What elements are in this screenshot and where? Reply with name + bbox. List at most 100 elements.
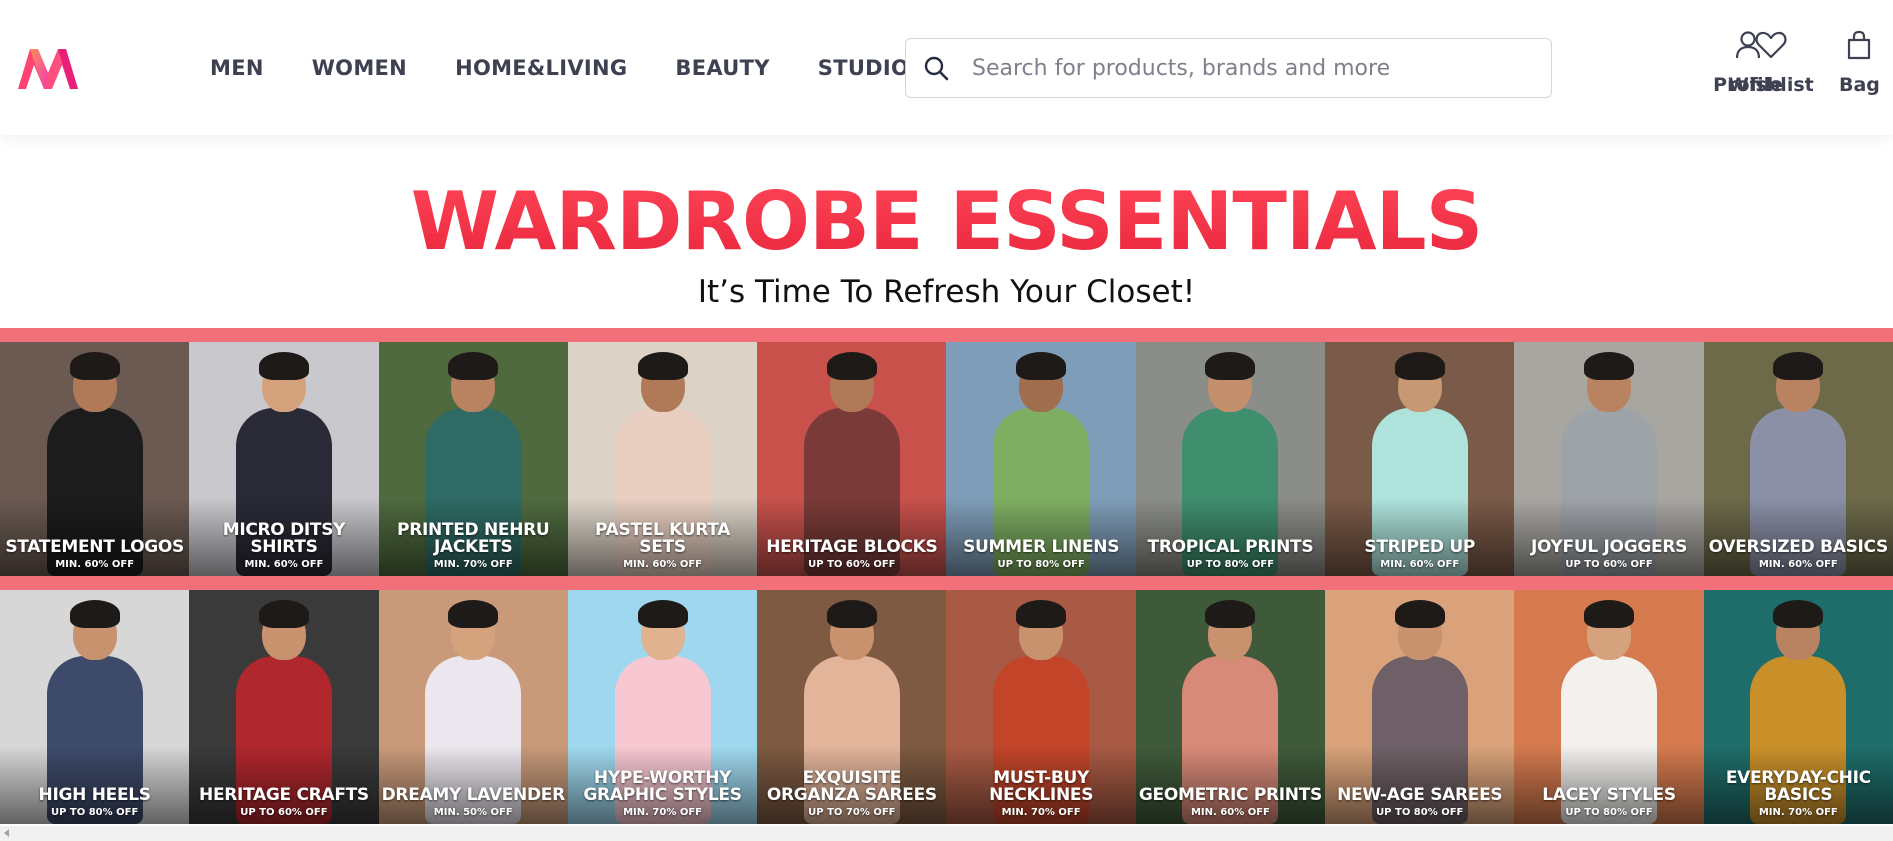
tile-offer: UP TO 60% OFF bbox=[240, 807, 328, 818]
men-category-tile[interactable]: MICRO DITSY SHIRTS MIN. 60% OFF bbox=[189, 342, 379, 576]
women-category-tile[interactable]: NEW-AGE SAREES UP TO 80% OFF bbox=[1325, 590, 1515, 824]
model-hair bbox=[1205, 352, 1256, 380]
tile-title: PASTEL KURTA SETS bbox=[594, 520, 731, 557]
tile-title: HERITAGE CRAFTS bbox=[199, 785, 369, 805]
tile-title: NEW-AGE SAREES bbox=[1337, 785, 1503, 805]
tile-offer: MIN. 60% OFF bbox=[244, 559, 324, 570]
tile-offer: MIN. 60% OFF bbox=[55, 559, 135, 570]
women-category-tile[interactable]: HERITAGE CRAFTS UP TO 60% OFF bbox=[189, 590, 379, 824]
heart-icon bbox=[1755, 28, 1787, 62]
tile-title: HIGH HEELS bbox=[38, 785, 151, 805]
tile-offer: MIN. 60% OFF bbox=[623, 559, 702, 570]
model-hair bbox=[448, 352, 499, 380]
nav-women[interactable]: WOMEN bbox=[312, 50, 407, 86]
men-category-tile[interactable]: STRIPED UP MIN. 60% OFF bbox=[1325, 342, 1515, 576]
nav-beauty[interactable]: BEAUTY bbox=[675, 50, 769, 86]
banner-title: WARDROBE ESSENTIALS bbox=[0, 172, 1893, 272]
tile-offer: UP TO 60% OFF bbox=[1565, 559, 1653, 570]
men-category-tile[interactable]: PASTEL KURTA SETS MIN. 60% OFF bbox=[567, 342, 758, 576]
bag-label: Bag bbox=[1839, 74, 1880, 96]
model-hair bbox=[1205, 600, 1256, 628]
model-hair bbox=[1394, 600, 1445, 628]
tile-title: EVERYDAY-CHIC BASICS bbox=[1725, 768, 1871, 805]
women-category-tile[interactable]: HIGH HEELS UP TO 80% OFF bbox=[0, 590, 190, 824]
scroll-left-icon[interactable] bbox=[4, 829, 9, 837]
tile-title: HYPE-WORTHY GRAPHIC STYLES bbox=[583, 768, 742, 805]
bag-button[interactable]: Bag bbox=[1839, 28, 1880, 96]
men-category-tile[interactable]: PRINTED NEHRU JACKETS MIN. 70% OFF bbox=[378, 342, 568, 576]
tile-offer: UP TO 60% OFF bbox=[808, 559, 896, 570]
wishlist-label: Wishlist bbox=[1728, 74, 1814, 96]
tile-offer: MIN. 70% OFF bbox=[623, 807, 702, 818]
men-category-tile[interactable]: OVERSIZED BASICS MIN. 60% OFF bbox=[1703, 342, 1893, 576]
tile-offer: MIN. 70% OFF bbox=[1001, 807, 1081, 818]
women-category-tile[interactable]: GEOMETRIC PRINTS MIN. 60% OFF bbox=[1135, 590, 1326, 824]
women-category-tile[interactable]: EVERYDAY-CHIC BASICS MIN. 70% OFF bbox=[1703, 590, 1893, 824]
men-category-tile[interactable]: TROPICAL PRINTS UP TO 80% OFF bbox=[1135, 342, 1326, 576]
tile-offer: MIN. 60% OFF bbox=[1190, 807, 1270, 818]
tile-offer: UP TO 80% OFF bbox=[1376, 807, 1464, 818]
search-input[interactable] bbox=[966, 39, 1551, 97]
nav-home-living[interactable]: HOME&LIVING bbox=[455, 50, 627, 86]
tile-title: TROPICAL PRINTS bbox=[1147, 537, 1314, 557]
model-hair bbox=[69, 352, 120, 380]
search-icon[interactable] bbox=[906, 39, 966, 97]
model-hair bbox=[448, 600, 499, 628]
model-hair bbox=[1773, 352, 1824, 380]
model-hair bbox=[1773, 600, 1824, 628]
women-category-tile[interactable]: DREAMY LAVENDER MIN. 50% OFF bbox=[378, 590, 568, 824]
nav-men[interactable]: MEN bbox=[210, 50, 264, 86]
women-category-tile[interactable]: MUST-BUY NECKLINES MIN. 70% OFF bbox=[946, 590, 1136, 824]
main-nav: MEN WOMEN HOME&LIVING BEAUTY STUDIO bbox=[210, 50, 957, 86]
women-category-tile[interactable]: LACEY STYLES UP TO 80% OFF bbox=[1514, 590, 1704, 824]
tile-title: MICRO DITSY SHIRTS bbox=[222, 520, 346, 557]
tile-offer: MIN. 60% OFF bbox=[1758, 559, 1838, 570]
tile-title: LACEY STYLES bbox=[1542, 785, 1676, 805]
model-hair bbox=[258, 600, 309, 628]
women-category-tile[interactable]: EXQUISITE ORGANZA SAREES UP TO 70% OFF bbox=[757, 590, 947, 824]
model-hair bbox=[69, 600, 120, 628]
nav-studio[interactable]: STUDIO bbox=[818, 50, 909, 86]
men-category-tile[interactable]: STATEMENT LOGOS MIN. 60% OFF bbox=[0, 342, 190, 576]
model-hair bbox=[1016, 352, 1067, 380]
search-bar bbox=[905, 38, 1552, 98]
horizontal-scrollbar[interactable] bbox=[0, 826, 1893, 841]
tile-title: EXQUISITE ORGANZA SAREES bbox=[766, 768, 937, 805]
model-hair bbox=[1584, 600, 1635, 628]
tile-offer: UP TO 80% OFF bbox=[1186, 559, 1275, 570]
myntra-logo[interactable] bbox=[14, 45, 82, 93]
men-category-tile[interactable]: SUMMER LINENS UP TO 80% OFF bbox=[946, 342, 1136, 576]
model-hair bbox=[826, 600, 877, 628]
tile-offer: UP TO 80% OFF bbox=[997, 559, 1085, 570]
bag-icon bbox=[1846, 28, 1872, 62]
tile-title: PRINTED NEHRU JACKETS bbox=[397, 520, 550, 557]
tile-title: OVERSIZED BASICS bbox=[1708, 537, 1889, 557]
tile-title: HERITAGE BLOCKS bbox=[766, 537, 938, 557]
wishlist-button[interactable]: Wishlist bbox=[1728, 28, 1814, 96]
model-hair bbox=[1584, 352, 1635, 380]
tile-offer: MIN. 60% OFF bbox=[1380, 559, 1460, 570]
tile-title: MUST-BUY NECKLINES bbox=[989, 768, 1094, 805]
tile-title: STRIPED UP bbox=[1364, 537, 1476, 557]
model-hair bbox=[1016, 600, 1067, 628]
model-hair bbox=[1394, 352, 1445, 380]
row-divider bbox=[0, 576, 1893, 590]
tile-title: GEOMETRIC PRINTS bbox=[1138, 785, 1322, 805]
model-hair bbox=[258, 352, 309, 380]
tile-offer: UP TO 70% OFF bbox=[808, 807, 896, 818]
model-hair bbox=[637, 352, 688, 380]
men-category-tile[interactable]: HERITAGE BLOCKS UP TO 60% OFF bbox=[757, 342, 947, 576]
tile-offer: UP TO 80% OFF bbox=[50, 807, 139, 818]
banner-subtitle: It’s Time To Refresh Your Closet! bbox=[697, 274, 1196, 310]
men-category-tile[interactable]: JOYFUL JOGGERS UP TO 60% OFF bbox=[1514, 342, 1704, 576]
row-divider bbox=[0, 328, 1893, 342]
tile-offer: UP TO 80% OFF bbox=[1565, 807, 1653, 818]
model-hair bbox=[637, 600, 688, 628]
top-header: MEN WOMEN HOME&LIVING BEAUTY STUDIO Prof… bbox=[0, 0, 1893, 135]
tile-title: DREAMY LAVENDER bbox=[381, 785, 566, 805]
men-category-row: STATEMENT LOGOS MIN. 60% OFF MICRO DITSY S… bbox=[0, 342, 1893, 576]
women-category-tile[interactable]: HYPE-WORTHY GRAPHIC STYLES MIN. 70% OFF bbox=[567, 590, 758, 824]
women-category-row: HIGH HEELS UP TO 80% OFF HERITAGE CRAFTS UP… bbox=[0, 590, 1893, 824]
tile-title: SUMMER LINENS bbox=[963, 537, 1120, 557]
tile-offer: MIN. 70% OFF bbox=[1758, 807, 1838, 818]
